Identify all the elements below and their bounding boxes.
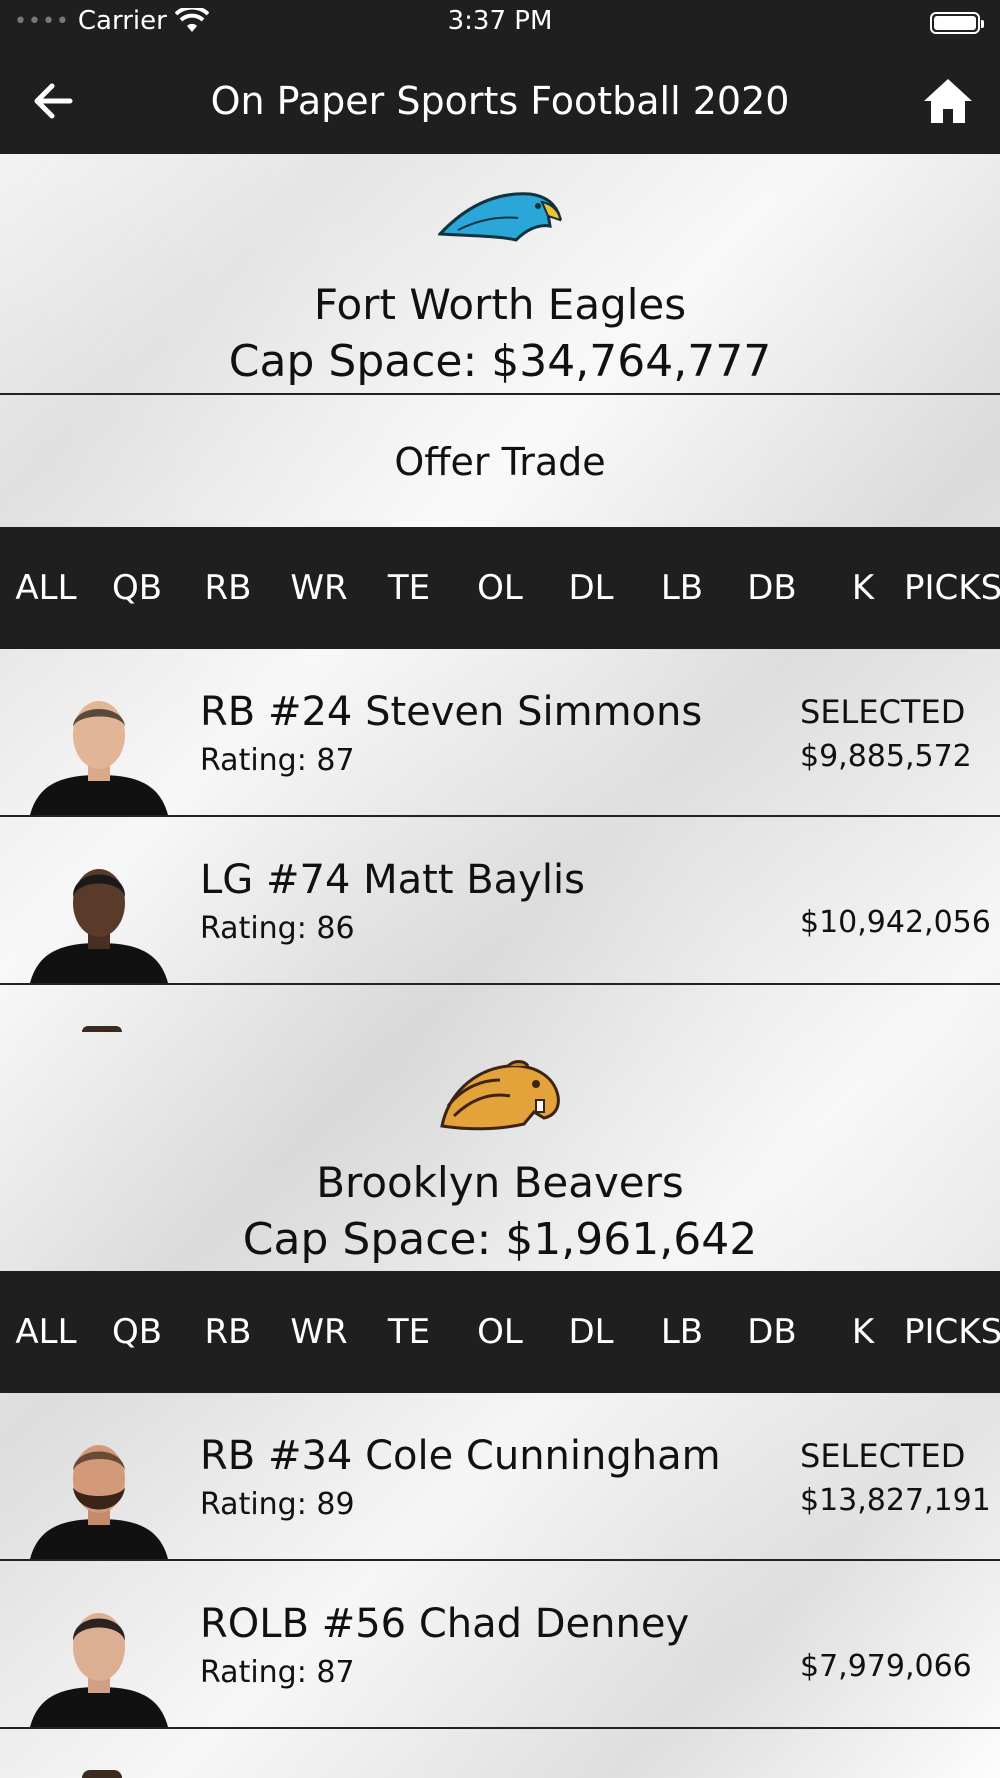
tab-te[interactable]: TE xyxy=(363,527,455,649)
tab-k[interactable]: K xyxy=(817,1271,909,1393)
selected-status: SELECTED xyxy=(800,693,966,731)
player-name: RB #24 Steven Simmons xyxy=(200,689,703,735)
team2-cap-space: Cap Space: $1,961,642 xyxy=(242,1214,758,1265)
tab-picks[interactable]: PICKS xyxy=(904,527,1000,649)
player-avatar xyxy=(30,869,168,983)
eagle-logo-icon xyxy=(438,192,562,242)
tab-wr[interactable]: WR xyxy=(273,1271,365,1393)
player-salary: $7,979,066 xyxy=(800,1649,972,1684)
page-title: On Paper Sports Football 2020 xyxy=(210,79,790,123)
player-row[interactable]: LG #74 Matt Baylis Rating: 86 $10,942,05… xyxy=(0,817,1000,985)
status-bar: •••• Carrier 3:37 PM xyxy=(0,0,1000,48)
offer-trade-button[interactable]: Offer Trade xyxy=(0,393,1000,527)
team2-position-tabs: ALL QB RB WR TE OL DL LB DB K PICKS xyxy=(0,1271,1000,1393)
tab-qb[interactable]: QB xyxy=(91,527,183,649)
player-salary: $13,827,191 xyxy=(800,1483,991,1518)
player-row[interactable]: RB #34 Cole Cunningham Rating: 89 SELECT… xyxy=(0,1393,1000,1561)
player-avatar-partial xyxy=(82,1026,122,1032)
tab-wr[interactable]: WR xyxy=(273,527,365,649)
selected-status: SELECTED xyxy=(800,1437,966,1475)
tab-ol[interactable]: OL xyxy=(454,1271,546,1393)
player-name: ROLB #56 Chad Denney xyxy=(200,1601,690,1647)
player-name: LG #74 Matt Baylis xyxy=(200,857,585,903)
player-name: RB #34 Cole Cunningham xyxy=(200,1433,721,1479)
team2-name: Brooklyn Beavers xyxy=(316,1158,684,1207)
player-avatar xyxy=(30,701,168,815)
tab-te[interactable]: TE xyxy=(363,1271,455,1393)
status-time: 3:37 PM xyxy=(447,6,553,36)
player-row[interactable]: RB #24 Steven Simmons Rating: 87 SELECTE… xyxy=(0,649,1000,817)
tab-lb[interactable]: LB xyxy=(636,527,728,649)
player-row[interactable]: ROLB #56 Chad Denney Rating: 87 $7,979,0… xyxy=(0,1561,1000,1729)
tab-db[interactable]: DB xyxy=(726,527,818,649)
player-salary: $9,885,572 xyxy=(800,739,972,774)
player-avatar xyxy=(30,1613,168,1727)
player-avatar-partial xyxy=(82,1770,122,1778)
arrow-left-icon[interactable] xyxy=(28,76,78,126)
beaver-logo-icon xyxy=(440,1060,560,1131)
tab-lb[interactable]: LB xyxy=(636,1271,728,1393)
team1-cap-space: Cap Space: $34,764,777 xyxy=(228,336,772,387)
home-icon[interactable] xyxy=(922,76,974,126)
player-salary: $10,942,056 xyxy=(800,905,991,940)
team1-header: Fort Worth Eagles Cap Space: $34,764,777 xyxy=(0,154,1000,393)
team1-position-tabs: ALL QB RB WR TE OL DL LB DB K PICKS xyxy=(0,527,1000,649)
player-rating: Rating: 87 xyxy=(200,743,355,778)
tab-rb[interactable]: RB xyxy=(182,527,274,649)
tab-rb[interactable]: RB xyxy=(182,1271,274,1393)
nav-bar: On Paper Sports Football 2020 xyxy=(0,48,1000,154)
tab-dl[interactable]: DL xyxy=(545,1271,637,1393)
team1-name: Fort Worth Eagles xyxy=(313,280,687,329)
tab-picks[interactable]: PICKS xyxy=(904,1271,1000,1393)
tab-all[interactable]: ALL xyxy=(0,1271,92,1393)
player-rating: Rating: 87 xyxy=(200,1655,355,1690)
player-rating: Rating: 86 xyxy=(200,911,355,946)
player-rating: Rating: 89 xyxy=(200,1487,355,1522)
tab-ol[interactable]: OL xyxy=(454,527,546,649)
tab-dl[interactable]: DL xyxy=(545,527,637,649)
tab-db[interactable]: DB xyxy=(726,1271,818,1393)
battery-icon xyxy=(930,12,984,34)
team2-header: Brooklyn Beavers Cap Space: $1,961,642 xyxy=(0,1040,1000,1270)
tab-qb[interactable]: QB xyxy=(91,1271,183,1393)
player-avatar xyxy=(30,1445,168,1559)
tab-all[interactable]: ALL xyxy=(0,527,92,649)
tab-k[interactable]: K xyxy=(817,527,909,649)
